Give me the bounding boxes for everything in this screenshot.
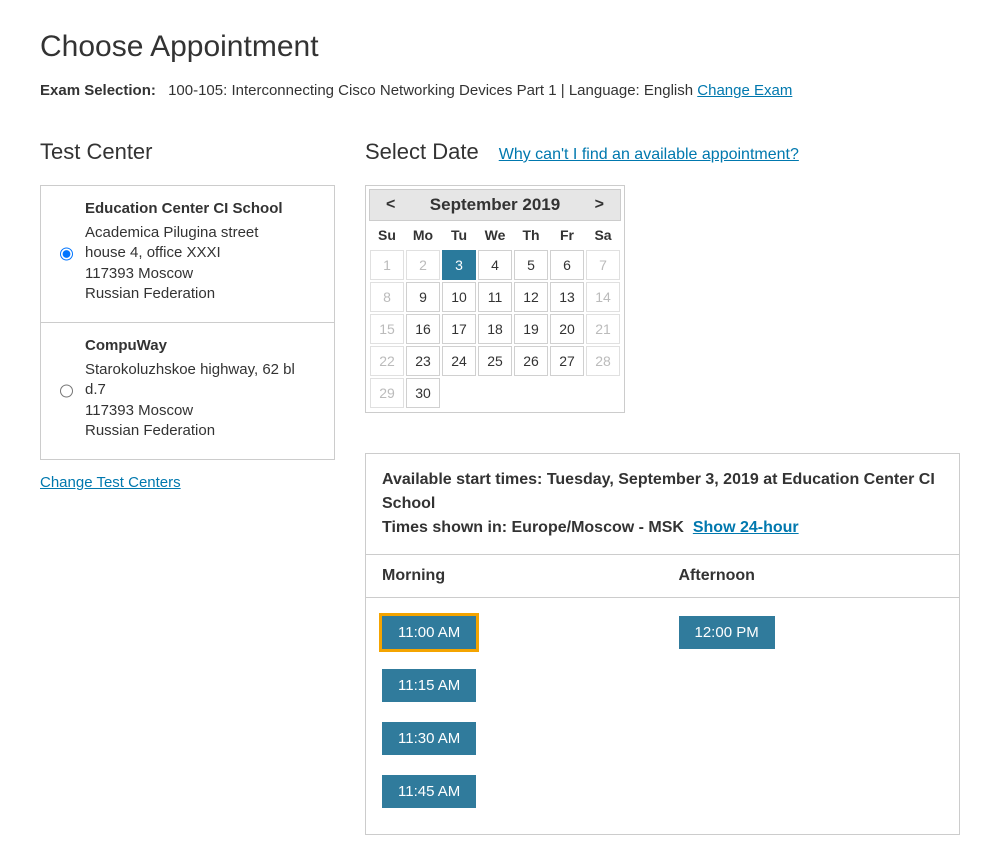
test-center-address-line: Russian Federation [85, 421, 295, 441]
calendar-next-button[interactable]: > [589, 194, 610, 216]
test-center-address-line: 117393 Moscow [85, 264, 283, 284]
calendar-day[interactable]: 16 [406, 314, 440, 344]
morning-label: Morning [366, 555, 663, 597]
change-exam-link[interactable]: Change Exam [697, 82, 792, 99]
calendar-day[interactable]: 17 [442, 314, 476, 344]
calendar-month-label: September 2019 [430, 195, 560, 215]
calendar-dow: Fr [549, 221, 585, 249]
calendar-day[interactable]: 30 [406, 378, 440, 408]
test-center-radio[interactable] [60, 341, 73, 441]
calendar-day: 29 [370, 378, 404, 408]
test-center-name: CompuWay [85, 337, 295, 354]
calendar-day[interactable]: 25 [478, 346, 512, 376]
calendar-day[interactable]: 10 [442, 282, 476, 312]
calendar-day[interactable]: 9 [406, 282, 440, 312]
available-times-box: Available start times: Tuesday, Septembe… [365, 453, 960, 835]
calendar: < September 2019 > SuMoTuWeThFrSa1234567… [365, 185, 625, 413]
calendar-day[interactable]: 4 [478, 250, 512, 280]
calendar-day: 2 [406, 250, 440, 280]
calendar-dow: We [477, 221, 513, 249]
exam-selection-label: Exam Selection: [40, 82, 156, 99]
page-title: Choose Appointment [40, 30, 960, 64]
test-center-radio[interactable] [60, 204, 73, 304]
test-center-address-line: 117393 Moscow [85, 401, 295, 421]
time-slot[interactable]: 12:00 PM [679, 616, 775, 649]
calendar-empty [586, 378, 620, 408]
time-slot[interactable]: 11:30 AM [382, 722, 476, 755]
calendar-day[interactable]: 24 [442, 346, 476, 376]
calendar-day[interactable]: 20 [550, 314, 584, 344]
calendar-day: 7 [586, 250, 620, 280]
calendar-day: 21 [586, 314, 620, 344]
calendar-day[interactable]: 23 [406, 346, 440, 376]
calendar-dow: Th [513, 221, 549, 249]
test-center-list: Education Center CI School Academica Pilu… [40, 185, 335, 460]
morning-column: 11:00 AM 11:15 AM 11:30 AM 11:45 AM [366, 598, 663, 834]
calendar-dow: Sa [585, 221, 621, 249]
calendar-empty [550, 378, 584, 408]
calendar-day: 14 [586, 282, 620, 312]
afternoon-label: Afternoon [663, 555, 960, 597]
test-center-name: Education Center CI School [85, 200, 283, 217]
calendar-day: 8 [370, 282, 404, 312]
change-test-centers-link[interactable]: Change Test Centers [40, 474, 181, 491]
test-center-item[interactable]: CompuWay Starokoluzhskoe highway, 62 bld.… [41, 323, 334, 459]
calendar-day[interactable]: 6 [550, 250, 584, 280]
exam-selection-text: 100-105: Interconnecting Cisco Networkin… [168, 82, 693, 99]
time-slot[interactable]: 11:15 AM [382, 669, 476, 702]
available-times-prefix: Available start times: [382, 471, 547, 488]
available-times-header: Available start times: Tuesday, Septembe… [366, 454, 959, 554]
calendar-day: 22 [370, 346, 404, 376]
calendar-dow: Su [369, 221, 405, 249]
calendar-day: 1 [370, 250, 404, 280]
calendar-empty [514, 378, 548, 408]
time-slot[interactable]: 11:45 AM [382, 775, 476, 808]
calendar-day: 28 [586, 346, 620, 376]
calendar-day[interactable]: 12 [514, 282, 548, 312]
calendar-day[interactable]: 26 [514, 346, 548, 376]
time-slot[interactable]: 11:00 AM [382, 616, 476, 649]
calendar-prev-button[interactable]: < [380, 194, 401, 216]
calendar-dow: Mo [405, 221, 441, 249]
test-center-item[interactable]: Education Center CI School Academica Pilu… [41, 186, 334, 323]
test-center-address-line: house 4, office XXXI [85, 243, 283, 263]
select-date-heading: Select Date [365, 139, 479, 165]
calendar-day[interactable]: 3 [442, 250, 476, 280]
test-center-address-line: Starokoluzhskoe highway, 62 bl [85, 360, 295, 380]
calendar-empty [478, 378, 512, 408]
timezone-value: Europe/Moscow - MSK [512, 519, 684, 536]
exam-selection-line: Exam Selection: 100-105: Interconnecting… [40, 82, 960, 99]
calendar-empty [442, 378, 476, 408]
afternoon-column: 12:00 PM [663, 598, 960, 834]
test-center-address-line: d.7 [85, 380, 295, 400]
toggle-24h-link[interactable]: Show 24-hour [693, 519, 799, 536]
test-center-address-line: Russian Federation [85, 284, 283, 304]
test-center-heading: Test Center [40, 139, 335, 165]
calendar-dow: Tu [441, 221, 477, 249]
timezone-prefix: Times shown in: [382, 519, 512, 536]
calendar-day[interactable]: 11 [478, 282, 512, 312]
availability-help-link[interactable]: Why can't I find an available appointmen… [499, 146, 799, 164]
calendar-day: 15 [370, 314, 404, 344]
calendar-day[interactable]: 5 [514, 250, 548, 280]
calendar-day[interactable]: 27 [550, 346, 584, 376]
test-center-address-line: Academica Pilugina street [85, 223, 283, 243]
calendar-day[interactable]: 19 [514, 314, 548, 344]
calendar-day[interactable]: 13 [550, 282, 584, 312]
calendar-day[interactable]: 18 [478, 314, 512, 344]
